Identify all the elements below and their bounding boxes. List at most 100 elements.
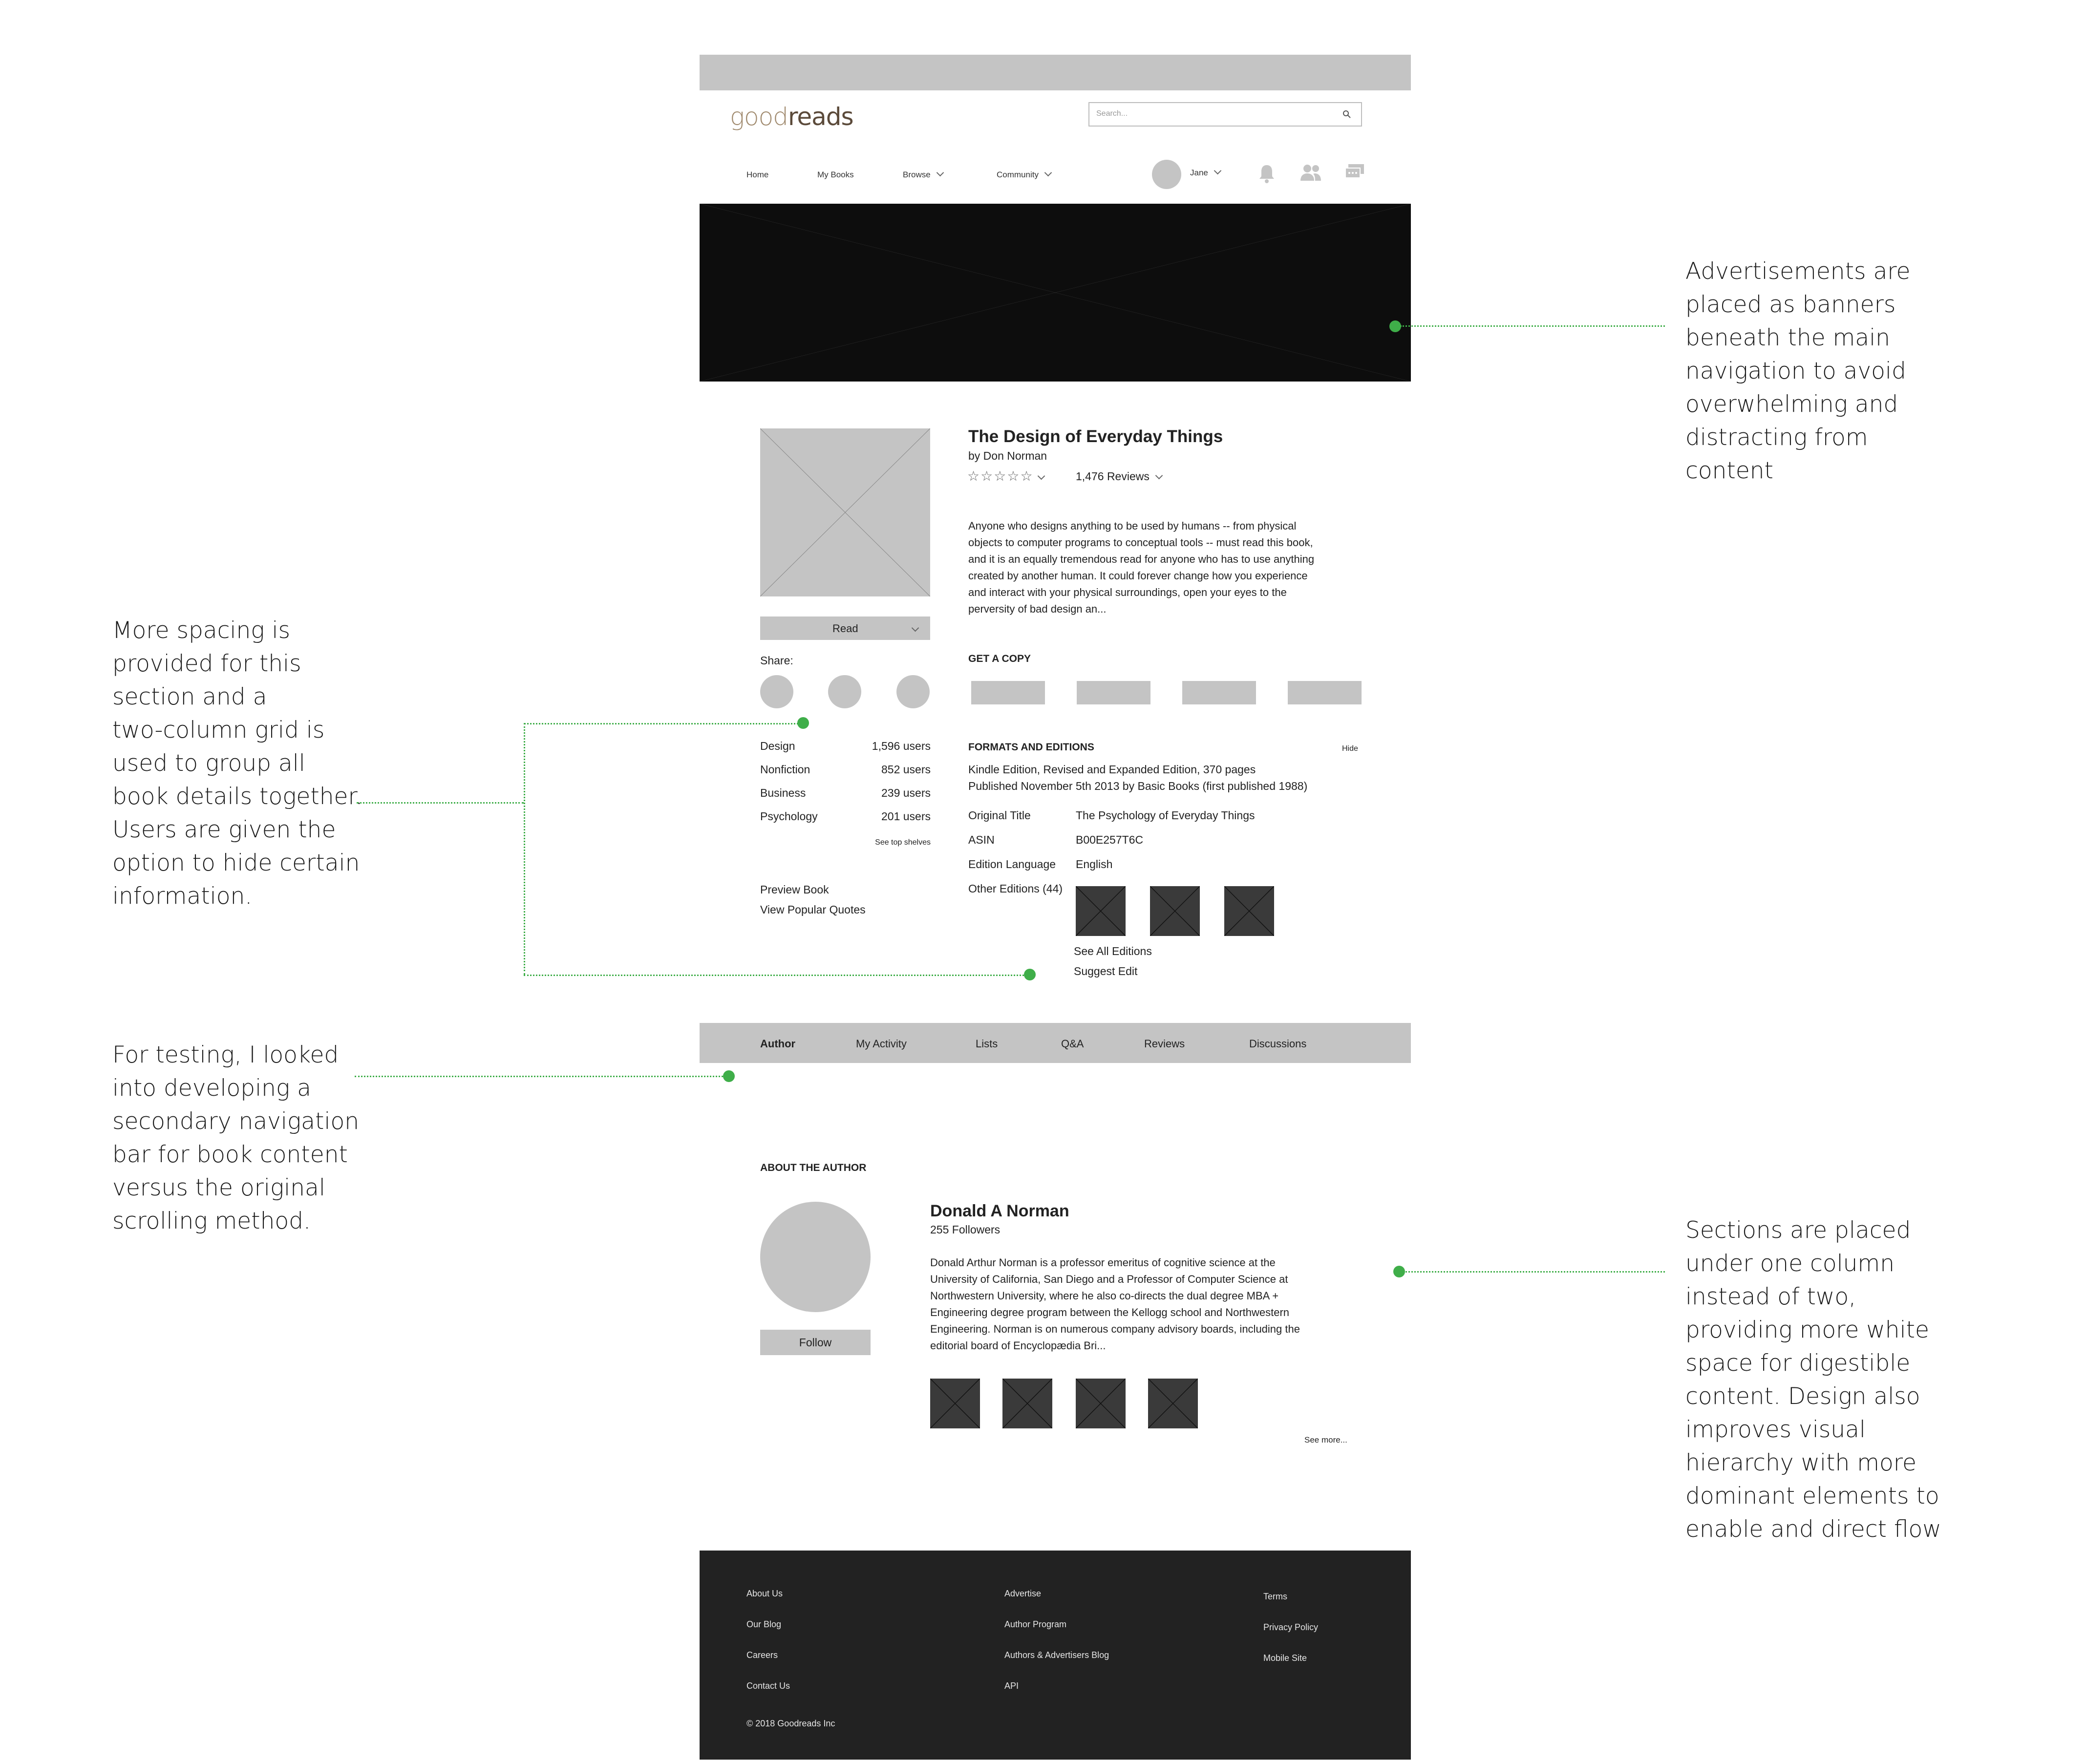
edition-thumbnail[interactable] [1224,886,1274,936]
footer-link[interactable]: Our Blog [746,1619,781,1630]
tab-discussions[interactable]: Discussions [1249,1038,1306,1050]
avatar[interactable] [1152,160,1181,189]
tab-reviews[interactable]: Reviews [1144,1038,1185,1050]
annotation-sections: Sections are placed under one column ins… [1685,1217,1941,1543]
edition-thumbnail[interactable] [1076,886,1126,936]
shelf-name[interactable]: Design [760,740,795,753]
chevron-down-icon[interactable] [911,624,919,632]
star-icon[interactable]: ☆ [980,468,994,484]
edition-thumbnail[interactable] [1150,886,1200,936]
detail-label: ASIN [968,833,995,846]
get-a-copy-heading: GET A COPY [968,653,1031,664]
see-more-link[interactable]: See more... [1304,1435,1347,1445]
detail-label: Original Title [968,809,1031,822]
author-book-thumbnail[interactable] [1002,1379,1052,1428]
shelf-name[interactable]: Nonfiction [760,763,810,776]
friends-icon[interactable] [1299,163,1322,183]
footer-link[interactable]: Authors & Advertisers Blog [1004,1650,1109,1660]
user-menu[interactable]: Jane [1190,167,1222,178]
tab-my-activity[interactable]: My Activity [856,1038,907,1050]
annotation-dot [1393,1266,1405,1277]
annotation-dot [797,717,809,729]
shelf-name[interactable]: Psychology [760,810,818,823]
footer-link[interactable]: Contact Us [746,1681,790,1691]
annotation-connector [524,975,1027,976]
reviews-count[interactable]: 1,476 Reviews [1076,470,1163,483]
footer-link[interactable]: Advertise [1004,1589,1041,1599]
author-book-thumbnail[interactable] [1076,1379,1126,1428]
hide-link[interactable]: Hide [1342,744,1358,753]
book-author[interactable]: by Don Norman [968,449,1047,463]
search-icon[interactable] [1342,110,1351,119]
annotation-connector [524,723,802,724]
search-placeholder: Search... [1096,109,1128,118]
footer-link[interactable]: Mobile Site [1263,1653,1307,1663]
ad-banner[interactable] [700,204,1411,382]
share-button-3[interactable] [896,675,930,708]
rating-stars[interactable]: ☆☆☆☆☆ [967,468,1045,484]
star-icon[interactable]: ☆ [1020,468,1033,484]
follow-button[interactable]: Follow [760,1330,871,1355]
star-icon[interactable]: ☆ [1007,468,1020,484]
chevron-down-icon [1155,471,1163,480]
see-top-shelves-link[interactable]: See top shelves [868,838,931,847]
retailer-button-3[interactable] [1182,681,1256,704]
messages-icon[interactable] [1344,163,1365,182]
annotation-spacing: More spacing is provided for this sectio… [112,617,363,910]
annotation-dot [1389,320,1401,332]
retailer-button-1[interactable] [971,681,1045,704]
footer-link[interactable]: Author Program [1004,1619,1066,1630]
footer-link[interactable]: Terms [1263,1592,1287,1602]
logo-part-reads: reads [788,103,854,131]
annotation-dot [723,1070,735,1082]
footer-link[interactable]: Careers [746,1650,778,1660]
search-input[interactable]: Search... [1088,102,1362,127]
footer-link[interactable]: Privacy Policy [1263,1622,1318,1633]
author-book-thumbnail[interactable] [1148,1379,1198,1428]
other-editions-label: Other Editions (44) [968,882,1063,895]
nav-browse[interactable]: Browse [903,169,944,180]
chevron-down-icon [936,169,944,177]
suggest-edit-link[interactable]: Suggest Edit [1074,965,1137,978]
chevron-down-icon [1044,169,1052,177]
retailer-button-4[interactable] [1288,681,1362,704]
author-book-thumbnail[interactable] [930,1379,980,1428]
detail-value: English [1076,858,1113,871]
share-button-1[interactable] [760,675,793,708]
read-button[interactable]: Read [760,616,930,640]
nav-my-books[interactable]: My Books [817,170,854,180]
star-icon[interactable]: ☆ [994,468,1007,484]
nav-community[interactable]: Community [997,169,1052,180]
share-button-2[interactable] [828,675,861,708]
nav-home[interactable]: Home [746,170,768,180]
annotation-dot [1024,969,1036,980]
author-name[interactable]: Donald A Norman [930,1202,1069,1221]
bell-icon[interactable] [1257,163,1276,184]
share-label: Share: [760,654,793,667]
retailer-button-2[interactable] [1077,681,1150,704]
logo[interactable]: goodreads [730,103,854,131]
preview-book-link[interactable]: Preview Book [760,883,829,896]
annotation-ads: Advertisements are placed as banners ben… [1685,258,1911,484]
footer-link[interactable]: API [1004,1681,1019,1691]
formats-heading: FORMATS AND EDITIONS [968,742,1094,753]
annotation-connector [524,723,525,975]
footer-link[interactable]: About Us [746,1589,783,1599]
tab-lists[interactable]: Lists [976,1038,998,1050]
star-icon[interactable]: ☆ [967,468,980,484]
chevron-down-icon[interactable] [1037,472,1045,480]
shelf-users: 852 users [881,763,931,776]
browser-bar [700,55,1411,90]
chevron-down-icon [1214,167,1222,175]
popular-quotes-link[interactable]: View Popular Quotes [760,903,866,916]
tab-author[interactable]: Author [760,1038,795,1050]
logo-part-good: good [730,103,788,131]
book-description: Anyone who designs anything to be used b… [968,520,1315,615]
see-all-editions-link[interactable]: See All Editions [1074,945,1152,958]
annotation-connector [357,802,524,804]
shelf-name[interactable]: Business [760,786,806,800]
tab-qa[interactable]: Q&A [1061,1038,1084,1050]
read-button-label: Read [832,622,858,635]
book-cover-image [760,428,930,596]
about-author-heading: ABOUT THE AUTHOR [760,1162,867,1173]
